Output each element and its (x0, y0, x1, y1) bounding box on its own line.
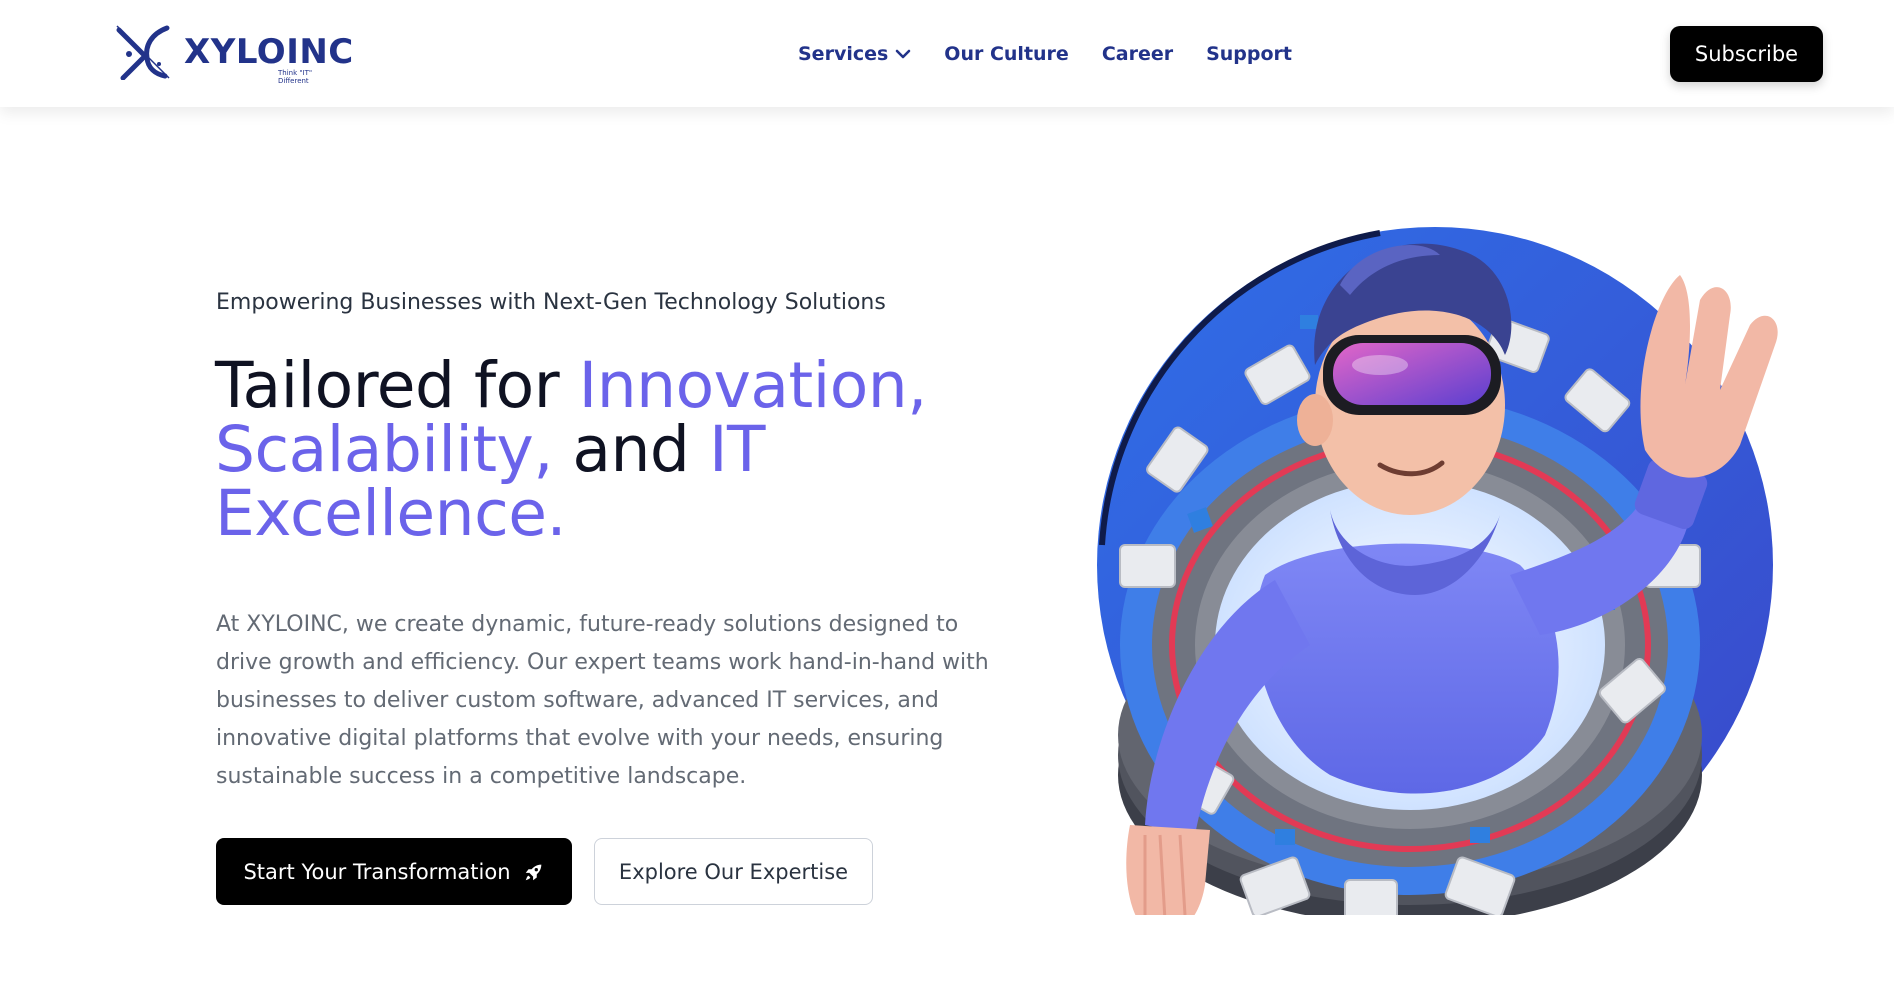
nav-item-services[interactable]: Services (798, 43, 911, 65)
hero-headline: Tailored for Innovation, Scalability, an… (215, 354, 975, 546)
site-header: XYLOINC Think "IT" Different Services Ou… (0, 0, 1894, 107)
headline-accent-innovation: Innovation, (578, 349, 928, 422)
headline-text: Tailored for (215, 349, 579, 422)
brand-tagline: Think "IT" Different (278, 69, 313, 85)
headline-accent-excellence: Excellence. (215, 477, 567, 550)
start-transformation-button[interactable]: Start Your Transformation (216, 838, 572, 905)
nav-item-label: Services (798, 43, 889, 65)
logo-mark-icon (116, 25, 170, 80)
headline-text-and: and (552, 413, 709, 486)
rocket-icon (525, 864, 541, 880)
hero-description: At XYLOINC, we create dynamic, future-re… (216, 612, 989, 789)
nav-item-label: Our Culture (944, 43, 1069, 65)
vr-user-illustration (1097, 227, 1778, 915)
headline-accent-it: IT (708, 413, 766, 486)
nav-item-label: Career (1101, 43, 1174, 65)
button-label: Start Your Transformation (243, 859, 511, 884)
hero-eyebrow: Empowering Businesses with Next-Gen Tech… (216, 290, 886, 315)
chevron-down-icon (895, 49, 911, 59)
nav-item-career[interactable]: Career (1102, 43, 1173, 65)
brand-logo[interactable]: XYLOINC Think "IT" Different (115, 24, 353, 85)
explore-expertise-button[interactable]: Explore Our Expertise (594, 838, 873, 905)
nav-item-support[interactable]: Support (1206, 43, 1292, 65)
main-nav: Services Our Culture Career Support (798, 40, 1325, 68)
nav-item-our-culture[interactable]: Our Culture (944, 43, 1069, 65)
nav-item-label: Support (1206, 43, 1293, 65)
subscribe-button[interactable]: Subscribe (1670, 26, 1823, 82)
headline-accent-scalability: Scalability, (215, 413, 553, 486)
brand-name: XYLOINC (184, 32, 354, 72)
